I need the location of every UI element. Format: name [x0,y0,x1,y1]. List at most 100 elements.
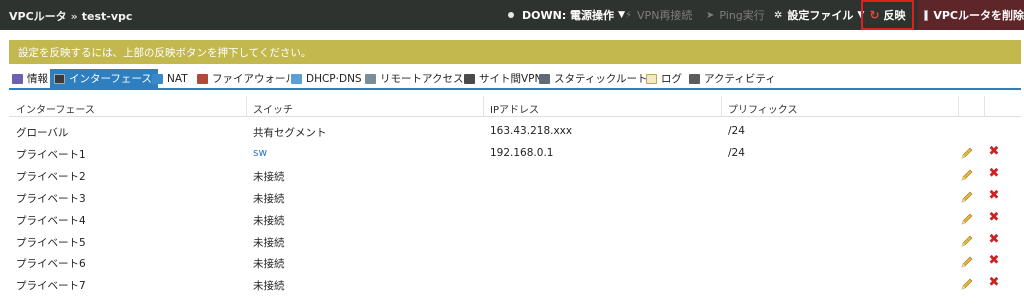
pencil-icon[interactable] [960,234,974,248]
column-divider [958,96,959,117]
gear-icon: ✲ [774,9,783,21]
pencil-icon[interactable] [960,255,974,269]
interface-name-cell: プライベート5 [16,236,86,249]
power-status-menu[interactable]: DOWN: 電源操作 ▼ [508,0,625,30]
pencil-icon[interactable] [960,190,974,204]
delete-x-icon[interactable]: ✖ [987,210,1001,225]
delete-x-icon[interactable]: ✖ [987,166,1001,181]
config-file-menu[interactable]: ✲ 設定ファイル ▼ [774,0,864,30]
column-header-prefix: プリフィックス [728,105,798,116]
top-bar: VPCルータ» test-vpc DOWN: 電源操作 ▼ ⚡ VPN再接続 ➤ … [0,0,1024,30]
table-row: プライベート7 未接続 ✖ [9,273,1021,295]
table-row: プライベート1 sw 192.168.0.1/24 ✖ [9,142,1021,164]
tab-activity[interactable]: アクティビティ [689,69,776,88]
tab-nat[interactable]: NAT [152,69,188,88]
interface-name-cell: プライベート3 [16,192,86,205]
column-divider [483,96,484,117]
interface-name-cell: プライベート7 [16,280,86,293]
column-header-ip: IPアドレス [490,105,539,116]
tab-site-vpn-label: サイト間VPN [479,73,543,85]
lightning-icon: ⚡ [625,9,633,21]
delete-x-icon[interactable]: ✖ [987,276,1001,290]
delete-vpc-router-label: VPCルータを削除 [933,9,1024,22]
switch-cell: 未接続 [253,214,285,227]
tab-nat-label: NAT [167,72,188,85]
switch-cell: 未接続 [253,258,285,271]
tab-interface[interactable]: インターフェース [50,69,158,88]
interface-name-cell: プライベート1 [16,148,86,161]
switch-cell: 共有セグメント [253,127,327,139]
site-vpn-icon [464,73,475,84]
tab-remote-access-label: リモートアクセス [380,73,464,85]
table-row: グローバル 共有セグメント 163.43.218.xxx/24 [9,120,1021,142]
column-divider [984,96,985,117]
interface-icon [54,73,65,84]
ping-label: Ping実行 [719,9,765,22]
prefix-cell: /24 [728,146,745,159]
column-header-switch: スイッチ [253,105,293,116]
ip-address-cell: 192.168.0.1 [490,146,554,159]
breadcrumb-current: test-vpc [81,10,133,23]
table-row: プライベート4 未接続 ✖ [9,208,1021,230]
remote-access-icon [365,73,376,84]
tab-dhcp-dns[interactable]: DHCP·DNS [291,69,362,88]
tab-firewall[interactable]: ファイアウォール [197,69,296,88]
interface-name-cell: プライベート4 [16,214,86,227]
apply-label: 反映 [883,9,906,22]
interface-name-cell: グローバル [16,127,69,139]
tab-static-route-label: スタティックルート [554,73,648,85]
tab-log[interactable]: ログ [646,69,682,88]
config-file-label: 設定ファイル [787,9,854,22]
pencil-icon[interactable] [960,277,974,291]
switch-cell: 未接続 [253,192,285,205]
tab-log-label: ログ [661,73,682,85]
delete-x-icon[interactable]: ✖ [987,188,1001,203]
tab-site-vpn[interactable]: サイト間VPN [464,69,542,88]
apply-button[interactable]: ↻ 反映 [861,0,914,30]
table-row: プライベート2 未接続 ✖ [9,164,1021,186]
tab-info[interactable]: 情報 [12,69,48,88]
nat-icon [152,73,163,84]
table-row: プライベート5 未接続 ✖ [9,230,1021,252]
prefix-cell: /24 [728,125,745,137]
vpn-reconnect-button[interactable]: ⚡ VPN再接続 [625,0,692,30]
pencil-icon[interactable] [960,146,974,160]
pencil-icon[interactable] [960,168,974,182]
activity-icon [689,73,700,84]
tab-activity-label: アクティビティ [704,73,776,85]
tab-static-route[interactable]: スタティックルート [539,69,648,88]
vpn-reconnect-label: VPN再接続 [637,9,693,22]
delete-vpc-router-button[interactable]: VPCルータを削除 [918,0,1024,30]
column-header-interface: インターフェース [16,105,95,116]
switch-link[interactable]: sw [253,147,267,159]
tab-remote-access[interactable]: リモートアクセス [365,69,463,88]
tab-dhcp-dns-label: DHCP·DNS [306,72,362,85]
column-divider [721,96,722,117]
tab-firewall-label: ファイアウォール [212,73,296,85]
ping-button[interactable]: ➤ Ping実行 [706,0,765,30]
switch-cell: 未接続 [253,236,285,249]
trash-icon [924,9,929,21]
log-icon [646,73,657,84]
firewall-icon [197,73,208,84]
switch-cell: 未接続 [253,170,285,183]
column-divider [246,96,247,117]
tab-info-label: 情報 [27,73,48,85]
delete-x-icon[interactable]: ✖ [987,254,1001,268]
breadcrumb-root[interactable]: VPCルータ [9,10,67,23]
table-header: インターフェース スイッチ IPアドレス プリフィックス [9,96,1021,117]
pencil-icon[interactable] [960,212,974,226]
breadcrumb: VPCルータ» test-vpc [9,8,132,24]
ip-address-cell: 163.43.218.xxx [490,125,573,137]
switch-cell: 未接続 [253,280,285,293]
chevron-down-icon: ▼ [618,10,625,20]
delete-x-icon[interactable]: ✖ [987,232,1001,247]
delete-x-icon[interactable]: ✖ [987,144,1001,159]
status-dot-icon [508,12,514,18]
table-row: プライベート3 未接続 ✖ [9,186,1021,208]
apply-notice: 設定を反映するには、上部の反映ボタンを押下してください。 [9,40,1021,64]
interface-name-cell: プライベート2 [16,170,86,183]
static-route-icon [539,73,550,84]
tab-interface-label: インターフェース [69,73,152,85]
breadcrumb-separator: » [70,10,78,23]
